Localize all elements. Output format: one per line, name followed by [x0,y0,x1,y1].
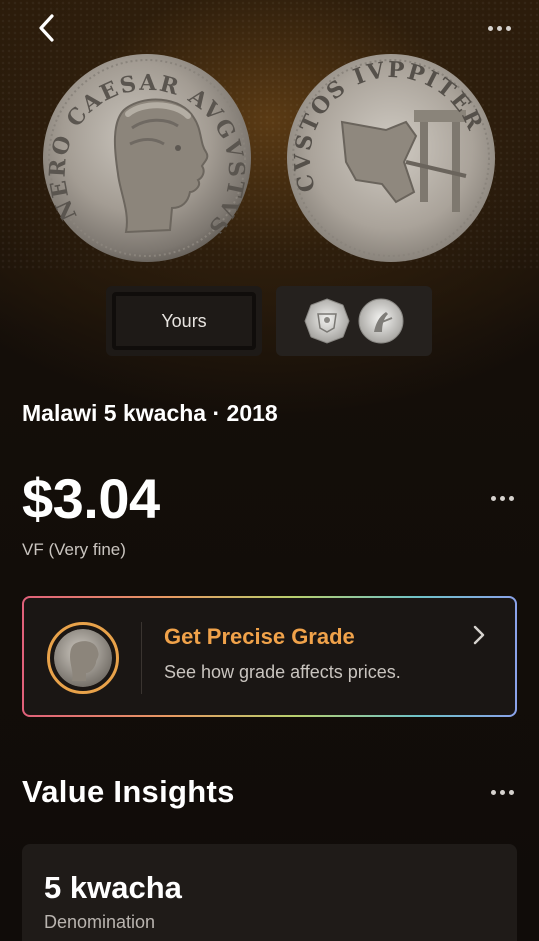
grade-card-body: Get Precise Grade See how grade affects … [24,598,515,715]
back-button[interactable] [26,8,66,48]
chevron-left-icon [39,14,54,42]
grade-card-subtitle: See how grade affects prices. [164,662,401,682]
more-horizontal-icon [487,25,511,31]
get-precise-grade-card[interactable]: Get Precise Grade See how grade affects … [22,596,517,717]
grade-card-title: Get Precise Grade [164,624,355,649]
more-horizontal-icon [490,789,514,795]
denomination-card[interactable]: 5 kwacha Denomination [22,844,517,941]
reference-coins-button[interactable] [276,286,432,356]
coin-obverse-image[interactable]: NERO CAESAR AVGVSTVS [42,52,252,264]
yours-label: Yours [112,292,256,350]
price-options-button[interactable] [487,488,517,508]
yours-toggle-button[interactable]: Yours [106,286,262,356]
value-insights-heading: Value Insights [22,774,235,809]
divider [141,622,142,694]
reference-reverse-icon [358,298,404,344]
more-horizontal-icon [490,495,514,501]
coin-thumbnail-icon [54,629,112,687]
reference-obverse-icon [304,298,350,344]
coin-reverse-image[interactable]: CVSTOS IVPPITER [286,52,496,264]
coin-title: Malawi 5 kwacha · 2018 [22,400,278,426]
denomination-label: Denomination [44,912,156,932]
chevron-right-icon [473,625,485,645]
coin-detail-screen: NERO CAESAR AVGVSTVS CVSTOS IVPPITER You… [0,0,539,941]
grade-label: VF (Very fine) [22,540,126,559]
price-value: $3.04 [22,467,160,530]
coin-thumbnail [47,622,119,694]
denomination-value: 5 kwacha [44,870,182,905]
more-options-button[interactable] [479,8,519,48]
insights-options-button[interactable] [487,782,517,802]
